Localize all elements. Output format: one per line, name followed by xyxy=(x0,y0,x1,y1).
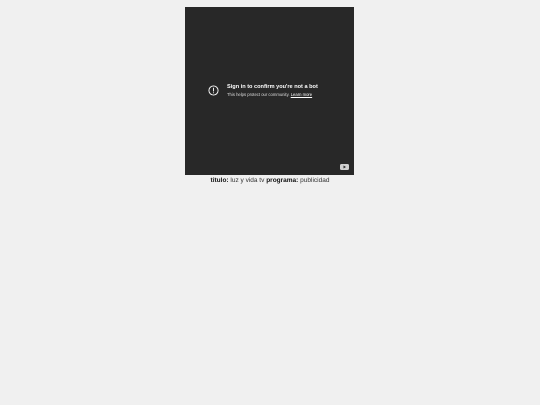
subtitle-text: This helps protect our community. xyxy=(227,92,290,97)
message-title: Sign in to confirm you're not a bot xyxy=(227,84,318,90)
learn-more-link[interactable]: Learn more xyxy=(291,92,312,97)
video-player[interactable]: Sign in to confirm you're not a bot This… xyxy=(185,7,354,175)
program-value: publicidad xyxy=(300,177,330,184)
youtube-logo-icon[interactable] xyxy=(340,164,349,170)
page: Sign in to confirm you're not a bot This… xyxy=(0,0,540,405)
message-subtitle: This helps protect our community. Learn … xyxy=(227,91,318,98)
message-text: Sign in to confirm you're not a bot This… xyxy=(227,83,318,98)
title-value: luz y vida tv xyxy=(230,177,265,184)
program-label: programa: xyxy=(266,177,299,184)
video-caption: titulo: luz y vida tv programa: publicid… xyxy=(0,176,540,186)
alert-circle-icon xyxy=(208,85,219,96)
title-label: titulo: xyxy=(210,177,229,184)
bot-check-message: Sign in to confirm you're not a bot This… xyxy=(208,83,318,98)
